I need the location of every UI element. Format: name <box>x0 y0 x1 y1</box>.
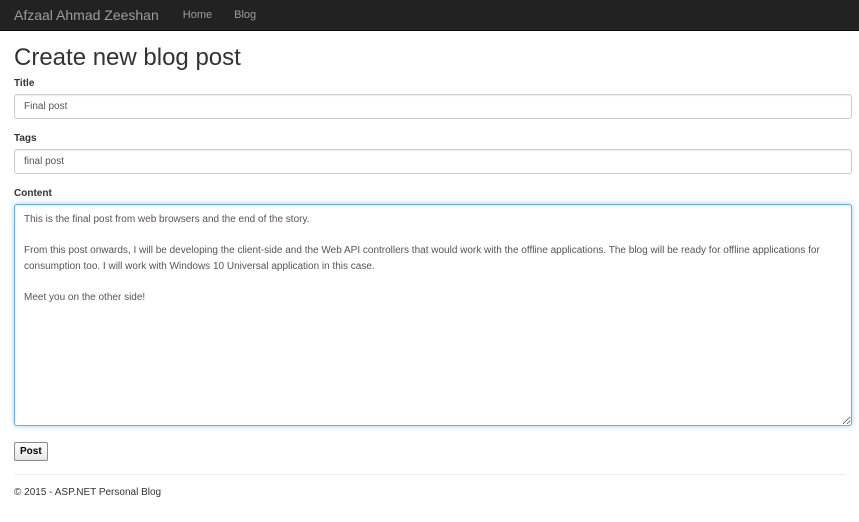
content-label: Content <box>14 188 52 199</box>
post-button[interactable]: Post <box>14 442 48 461</box>
top-navbar: Afzaal Ahmad Zeeshan Home Blog <box>0 0 859 31</box>
title-group: Title <box>14 78 852 119</box>
footer-copyright: © 2015 - ASP.NET Personal Blog <box>14 487 162 498</box>
tags-label: Tags <box>14 133 37 144</box>
brand-link[interactable]: Afzaal Ahmad Zeeshan <box>14 7 159 23</box>
page-title: Create new blog post <box>14 44 241 71</box>
nav-link-blog[interactable]: Blog <box>234 9 256 21</box>
title-input[interactable] <box>14 94 852 119</box>
title-label: Title <box>14 78 35 89</box>
tags-group: Tags <box>14 133 852 174</box>
tags-input[interactable] <box>14 149 852 174</box>
main-container: Create new blog post Title Tags Content … <box>0 44 859 498</box>
content-textarea[interactable]: This is the final post from web browsers… <box>14 204 852 426</box>
footer-divider <box>14 474 845 475</box>
content-group: Content This is the final post from web … <box>14 188 852 426</box>
nav-link-home[interactable]: Home <box>183 9 212 21</box>
